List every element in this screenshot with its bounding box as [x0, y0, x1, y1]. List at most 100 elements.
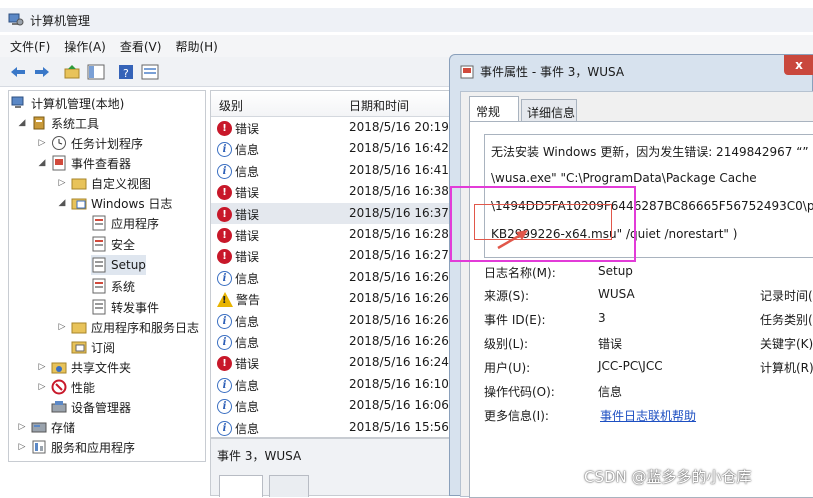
help-icon[interactable]: ? — [116, 62, 136, 82]
table-row[interactable]: i 信息 2018/5/16 16:10: — [211, 374, 454, 395]
tree-item-security[interactable]: 安全 — [91, 234, 135, 254]
level-cell: i 信息 — [217, 141, 259, 158]
tree-item-task-scheduler[interactable]: ▷ 任务计划程序 — [37, 133, 143, 153]
expand-arrow-icon[interactable]: ▷ — [37, 362, 47, 372]
menu-file[interactable]: 文件(F) — [10, 38, 50, 55]
collapse-arrow-icon[interactable]: ◢ — [57, 198, 67, 208]
level-cell: ! 警告 — [217, 291, 260, 308]
datetime-cell: 2018/5/16 16:42: — [349, 141, 453, 156]
level-text: 信息 — [235, 143, 260, 158]
table-row[interactable]: i 信息 2018/5/16 16:26: — [211, 310, 454, 331]
table-row[interactable]: ! 错误 2018/5/16 16:37: — [211, 202, 454, 224]
tree-item-system-tools[interactable]: ◢ 系统工具 — [17, 113, 99, 133]
level-text: 信息 — [235, 421, 260, 436]
forward-arrow-icon[interactable] — [32, 62, 52, 82]
tree-item-custom-views[interactable]: ▷ 自定义视图 — [57, 173, 151, 193]
svg-text:?: ? — [123, 67, 129, 80]
table-row[interactable]: ! 错误 2018/5/16 16:27: — [211, 245, 454, 266]
datetime-cell: 2018/5/16 15:56: — [349, 419, 453, 434]
tree-item-shared-folders[interactable]: ▷ 共享文件夹 — [37, 357, 131, 377]
table-row[interactable]: i 信息 2018/5/16 16:42: — [211, 138, 454, 159]
column-level[interactable]: 级别 — [219, 97, 243, 114]
menu-view[interactable]: 查看(V) — [120, 38, 162, 55]
user-value: JCC-PC\JCC — [598, 359, 663, 373]
tab-general-stub[interactable] — [219, 475, 263, 497]
properties-icon[interactable] — [140, 62, 160, 82]
tree-item-setup[interactable]: Setup — [91, 255, 146, 275]
expand-arrow-icon[interactable]: ▷ — [37, 138, 47, 148]
info-icon: i — [217, 377, 232, 393]
tree-item-windows-logs[interactable]: ◢ Windows 日志 — [57, 193, 173, 213]
datetime-cell: 2018/5/16 16:27: — [349, 248, 453, 263]
table-row[interactable]: i 信息 2018/5/16 16:41: — [211, 160, 454, 181]
tree-item-app-service-logs[interactable]: ▷ 应用程序和服务日志 — [57, 317, 199, 337]
expand-arrow-icon[interactable]: ▷ — [57, 322, 67, 332]
tree-item-forwarded-events[interactable]: 转发事件 — [91, 297, 159, 317]
close-button[interactable]: x — [784, 55, 813, 75]
computer-management-icon — [8, 13, 24, 26]
show-hide-tree-icon[interactable] — [86, 62, 106, 82]
tree-item-services-apps[interactable]: ▷ 服务和应用程序 — [17, 437, 135, 457]
info-icon: i — [217, 313, 232, 329]
general-tab-page: 无法安装 Windows 更新，因为发生错误: 2149842967 “” \w… — [469, 121, 813, 498]
tab-general[interactable]: 常规 — [469, 96, 519, 122]
tab-details-stub[interactable] — [269, 475, 309, 497]
tree-item-root[interactable]: 计算机管理(本地) — [11, 93, 124, 113]
menu-help[interactable]: 帮助(H) — [175, 38, 217, 55]
table-row[interactable]: ! 错误 2018/5/16 16:24: — [211, 352, 454, 373]
table-row[interactable]: i 信息 2018/5/16 16:26: — [211, 331, 454, 352]
level-cell: i 信息 — [217, 163, 259, 180]
folder-icon — [71, 178, 87, 190]
table-row[interactable]: ! 错误 2018/5/16 16:38: — [211, 181, 454, 202]
folder-up-icon[interactable] — [62, 62, 82, 82]
event-detail-header: 事件 3，WUSA — [217, 449, 302, 463]
error-icon: ! — [217, 228, 232, 243]
tree-item-device-manager[interactable]: 设备管理器 — [51, 397, 131, 417]
level-cell: i 信息 — [217, 313, 259, 330]
datetime-cell: 2018/5/16 16:37: — [349, 205, 453, 220]
tree-item-performance[interactable]: ▷ 性能 — [37, 377, 95, 397]
collapse-arrow-icon[interactable]: ◢ — [17, 118, 27, 128]
menu-action[interactable]: 操作(A) — [64, 38, 106, 55]
tree-item-application[interactable]: 应用程序 — [91, 213, 159, 233]
log-icon — [92, 299, 106, 315]
message-line: \wusa.exe" "C:\ProgramData\Package Cache — [491, 171, 757, 185]
subscription-icon — [71, 341, 87, 354]
expand-arrow-icon[interactable]: ▷ — [17, 422, 27, 432]
collapse-arrow-icon[interactable]: ◢ — [37, 158, 47, 168]
info-icon: i — [217, 270, 232, 286]
level-cell: i 信息 — [217, 334, 259, 351]
level-text: 错误 — [235, 357, 260, 372]
level-text: 错误 — [235, 122, 260, 136]
window-titlebar: 计算机管理 — [0, 8, 813, 32]
tree-item-system[interactable]: 系统 — [91, 276, 135, 296]
table-row[interactable]: ! 错误 2018/5/16 16:28: — [211, 224, 454, 245]
tree-item-subscriptions[interactable]: 订阅 — [71, 337, 115, 357]
online-help-link[interactable]: 事件日志联机帮助 — [600, 407, 696, 424]
column-datetime[interactable]: 日期和时间 — [349, 97, 409, 114]
source-value: WUSA — [598, 287, 635, 301]
table-row[interactable]: ! 错误 2018/5/16 20:19: — [211, 117, 454, 138]
log-icon — [92, 278, 106, 294]
opcode-label: 操作代码(O): — [484, 385, 555, 399]
level-text: 信息 — [235, 271, 260, 286]
red-arrow-icon — [497, 230, 528, 250]
expand-arrow-icon[interactable]: ▷ — [17, 442, 27, 452]
tree-item-event-viewer[interactable]: ◢ 事件查看器 — [37, 153, 131, 173]
tree-item-storage[interactable]: ▷ 存储 — [17, 417, 75, 437]
tab-details[interactable]: 详细信息 — [521, 99, 577, 121]
expand-arrow-icon[interactable]: ▷ — [57, 178, 67, 188]
source-label: 来源(S): — [484, 289, 530, 303]
table-row[interactable]: i 信息 2018/5/16 15:56: — [211, 417, 454, 437]
event-id-value: 3 — [598, 311, 606, 325]
task-category-label: 任务类别( — [760, 313, 813, 327]
back-arrow-icon[interactable] — [8, 62, 28, 82]
info-icon: i — [217, 399, 232, 415]
table-row[interactable]: ! 警告 2018/5/16 16:26: — [211, 288, 454, 309]
event-viewer-icon — [52, 155, 66, 171]
dialog-title: 事件属性 - 事件 3，WUSA — [480, 65, 625, 79]
expand-arrow-icon[interactable]: ▷ — [37, 382, 47, 392]
table-row[interactable]: i 信息 2018/5/16 16:26: — [211, 267, 454, 288]
table-row[interactable]: i 信息 2018/5/16 16:06: — [211, 395, 454, 416]
datetime-cell: 2018/5/16 16:26: — [349, 334, 453, 348]
